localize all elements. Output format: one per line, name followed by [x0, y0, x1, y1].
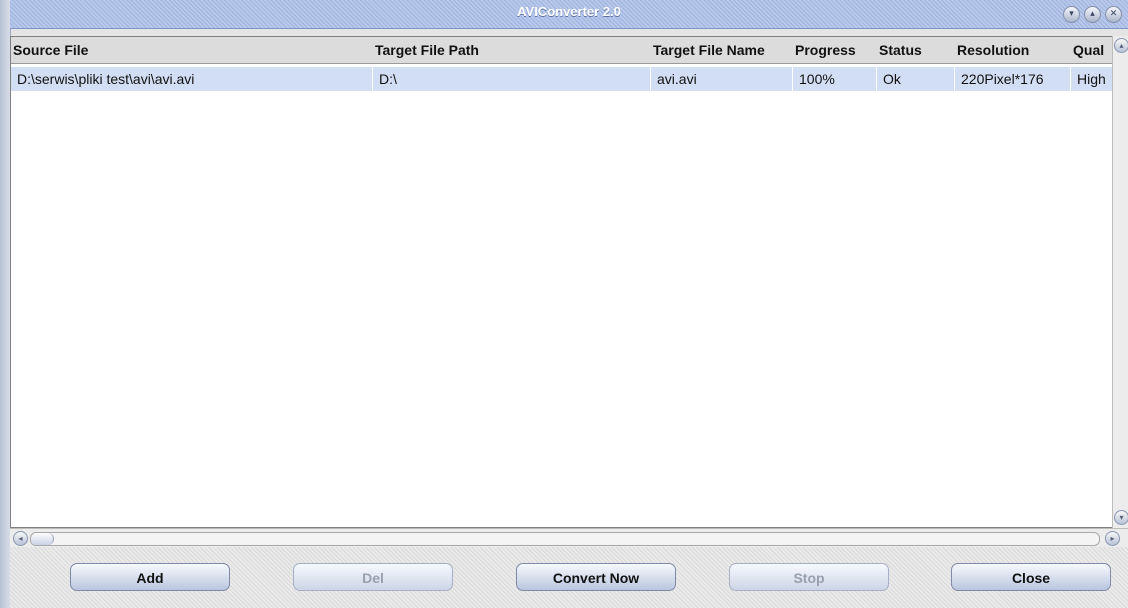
- maximize-icon[interactable]: ▴: [1084, 6, 1101, 23]
- table-header: Source File Target File Path Target File…: [11, 37, 1113, 64]
- window-title: AVIConverter 2.0: [517, 4, 621, 19]
- horizontal-scrollbar[interactable]: ◂ ▸: [10, 528, 1128, 547]
- app-window: AVIConverter 2.0 ▾ ▴ ✕ Source File Targe…: [0, 0, 1128, 608]
- column-header-target-file-path[interactable]: Target File Path: [373, 37, 651, 63]
- scroll-right-icon[interactable]: ▸: [1105, 531, 1120, 546]
- horizontal-scroll-thumb[interactable]: [31, 533, 54, 545]
- vertical-scrollbar[interactable]: ▴ ▾: [1112, 36, 1128, 528]
- cell-progress: 100%: [793, 67, 877, 91]
- add-button[interactable]: Add: [70, 563, 230, 591]
- column-header-status[interactable]: Status: [877, 37, 955, 63]
- convert-now-button[interactable]: Convert Now: [516, 563, 676, 591]
- button-panel: Add Del Convert Now Stop Close: [10, 547, 1128, 608]
- scroll-left-icon[interactable]: ◂: [13, 531, 28, 546]
- cell-status: Ok: [877, 67, 955, 91]
- cell-quality: High: [1077, 71, 1106, 87]
- cell-target-file-path: D:\: [373, 67, 651, 91]
- scroll-up-icon[interactable]: ▴: [1114, 38, 1128, 53]
- cell-target-file-name: avi.avi: [651, 67, 793, 91]
- minimize-icon[interactable]: ▾: [1063, 6, 1080, 23]
- window-controls: ▾ ▴ ✕: [1063, 6, 1122, 23]
- delete-button[interactable]: Del: [293, 563, 453, 591]
- title-bar[interactable]: AVIConverter 2.0 ▾ ▴ ✕: [10, 0, 1128, 29]
- cell-source-file: D:\serwis\pliki test\avi\avi.avi: [11, 67, 373, 91]
- column-header-resolution[interactable]: Resolution: [955, 37, 1071, 63]
- horizontal-scroll-track[interactable]: [30, 532, 1100, 546]
- file-table: Source File Target File Path Target File…: [10, 36, 1114, 528]
- column-header-progress[interactable]: Progress: [793, 37, 877, 63]
- scroll-down-icon[interactable]: ▾: [1114, 510, 1128, 525]
- close-button[interactable]: Close: [951, 563, 1111, 591]
- column-header-quality[interactable]: Qual: [1071, 37, 1113, 63]
- table-row[interactable]: D:\serwis\pliki test\avi\avi.avi D:\ avi…: [11, 67, 1113, 91]
- stop-button[interactable]: Stop: [729, 563, 889, 591]
- column-header-source-file[interactable]: Source File: [11, 37, 373, 63]
- close-icon[interactable]: ✕: [1105, 6, 1122, 23]
- cell-resolution: 220Pixel*176: [955, 67, 1071, 91]
- column-header-target-file-name[interactable]: Target File Name: [651, 37, 793, 63]
